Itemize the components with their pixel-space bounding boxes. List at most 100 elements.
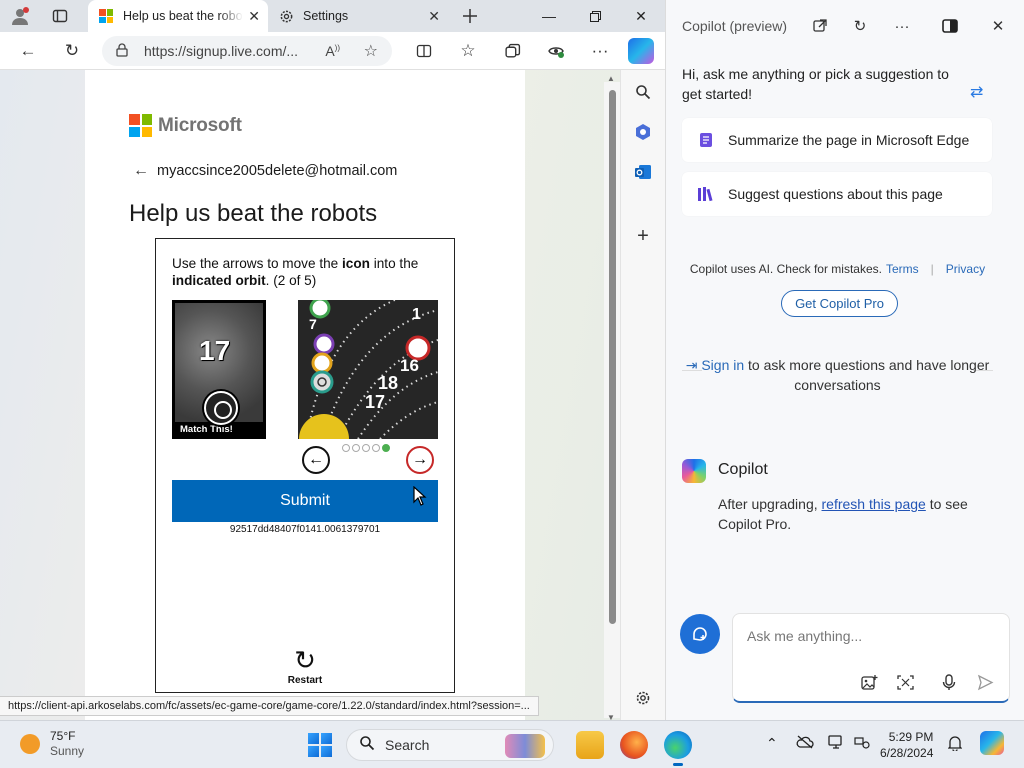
copilot-message: After upgrading, refresh this page to se…	[718, 494, 993, 534]
scrollbar-thumb[interactable]	[609, 90, 616, 624]
lock-icon[interactable]	[116, 42, 130, 60]
edge-icon[interactable]	[664, 731, 692, 766]
restore-icon[interactable]	[572, 0, 618, 32]
notifications-bell-icon[interactable]	[947, 735, 963, 754]
suggestion-questions[interactable]: Suggest questions about this page	[682, 172, 992, 216]
document-icon	[696, 132, 716, 148]
restart-icon[interactable]: ↻	[282, 647, 328, 673]
suggestion-summarize[interactable]: Summarize the page in Microsoft Edge	[682, 118, 992, 162]
address-bar[interactable]: https://signup.live.com/... A)) ☆	[102, 36, 392, 66]
system-clock[interactable]: 5:29 PM 6/28/2024	[880, 729, 933, 761]
instruction-keyword-icon: icon	[342, 256, 370, 271]
chat-input[interactable]	[747, 628, 997, 644]
copilot-taskbar-icon[interactable]	[980, 731, 1004, 755]
rotate-left-button[interactable]: ←	[302, 446, 330, 474]
refresh-chat-icon[interactable]: ↻	[848, 14, 872, 38]
show-hidden-icons-icon[interactable]: ⌃	[766, 735, 778, 752]
open-in-new-tab-icon[interactable]	[808, 14, 832, 38]
gear-icon	[278, 8, 294, 24]
close-window-icon[interactable]: ✕	[618, 0, 664, 32]
games-icon[interactable]	[633, 122, 653, 142]
edge-sidebar: +	[620, 70, 665, 720]
collections-icon[interactable]	[496, 35, 528, 67]
search-icon[interactable]	[633, 82, 653, 102]
new-tab-icon[interactable]	[450, 0, 490, 32]
back-icon[interactable]: ←	[12, 35, 44, 67]
orbit-number: 16	[400, 356, 419, 375]
signin-icon[interactable]: ⇥	[686, 357, 698, 373]
refresh-page-link[interactable]: refresh this page	[822, 496, 926, 512]
progress-dot	[382, 444, 390, 452]
url-text[interactable]: https://signup.live.com/...	[144, 43, 298, 59]
outlook-icon[interactable]	[633, 162, 653, 182]
submit-button[interactable]: Submit	[172, 480, 438, 522]
microphone-icon[interactable]	[939, 672, 959, 692]
books-icon	[696, 186, 716, 202]
close-tab-icon[interactable]: ✕	[428, 8, 440, 25]
sun-icon	[20, 734, 40, 754]
display-icon[interactable]	[828, 735, 844, 752]
instruction-text: Use the arrows to move the	[172, 256, 342, 271]
taskbar-search[interactable]: Search	[346, 729, 554, 761]
more-options-icon[interactable]: ···	[584, 35, 616, 67]
refresh-icon[interactable]: ↻	[56, 35, 88, 67]
add-image-icon[interactable]	[859, 672, 879, 692]
onedrive-offline-icon[interactable]	[796, 735, 814, 752]
signup-card: Microsoft ← myaccsince2005delete@hotmail…	[85, 70, 525, 720]
tab-settings[interactable]: Settings ✕	[268, 0, 448, 32]
refresh-suggestions-icon[interactable]: ⇄	[970, 82, 983, 102]
browser-essentials-icon[interactable]	[540, 35, 572, 67]
dock-panel-icon[interactable]	[938, 14, 962, 38]
account-identity[interactable]: ← myaccsince2005delete@hotmail.com	[133, 162, 397, 180]
progress-dots	[342, 444, 390, 452]
firefox-icon[interactable]	[620, 731, 648, 759]
minimize-icon[interactable]: —	[526, 0, 572, 32]
read-aloud-icon[interactable]: A))	[325, 43, 340, 59]
file-explorer-icon[interactable]	[576, 731, 604, 759]
privacy-link[interactable]: Privacy	[946, 262, 985, 276]
get-copilot-pro-button[interactable]: Get Copilot Pro	[781, 290, 898, 317]
disclaimer-text: Copilot uses AI. Check for mistakes.	[689, 262, 882, 276]
copilot-panel-title: Copilot (preview)	[682, 18, 788, 34]
orbit-image: 1 7 16 18 17	[298, 300, 438, 439]
match-number: 17	[199, 335, 231, 366]
send-icon[interactable]	[975, 672, 995, 692]
microsoft-squares-icon	[129, 114, 152, 137]
captcha-instruction: Use the arrows to move the icon into the…	[172, 255, 442, 289]
tab-title: Settings	[303, 9, 349, 23]
favorites-icon[interactable]: ☆	[452, 35, 484, 67]
sidebar-settings-icon[interactable]	[633, 688, 653, 708]
brand-name: Microsoft	[158, 114, 242, 136]
weather-widget[interactable]: 75°F Sunny	[20, 729, 84, 759]
orbit-number: 17	[365, 392, 386, 412]
signin-link[interactable]: Sign in	[701, 357, 744, 373]
terms-link[interactable]: Terms	[886, 262, 919, 276]
profile-avatar-icon[interactable]	[0, 0, 40, 32]
add-sidebar-app-icon[interactable]: +	[633, 225, 653, 247]
close-tab-icon[interactable]: ✕	[248, 8, 260, 25]
network-icon[interactable]	[854, 735, 870, 752]
copilot-name: Copilot	[718, 461, 768, 478]
microsoft-logo: Microsoft	[129, 114, 242, 137]
back-arrow-icon[interactable]: ←	[133, 162, 149, 180]
tab-help-us-beat-robots[interactable]: Help us beat the robots ✕	[88, 0, 268, 32]
suggestion-label: Summarize the page in Microsoft Edge	[728, 132, 970, 148]
rotate-right-button[interactable]: →	[406, 446, 434, 474]
search-highlight-icon	[505, 734, 545, 758]
restart-button[interactable]: ↻ Restart	[282, 647, 328, 686]
close-panel-icon[interactable]: ✕	[986, 14, 1010, 38]
page-scrollbar[interactable]: ▲ ▼	[604, 74, 620, 722]
start-button[interactable]	[308, 733, 332, 757]
more-icon[interactable]: ···	[890, 14, 914, 38]
copilot-icon[interactable]	[628, 38, 654, 64]
split-screen-icon[interactable]	[408, 35, 440, 67]
screenshot-icon[interactable]	[895, 672, 915, 692]
copilot-logo-icon	[682, 459, 706, 483]
tab-actions-icon[interactable]	[40, 0, 80, 32]
clock-date: 6/28/2024	[880, 746, 934, 760]
new-topic-button[interactable]	[680, 614, 720, 654]
status-url: https://client-api.arkoselabs.com/fc/ass…	[0, 696, 539, 716]
scroll-up-icon[interactable]: ▲	[607, 74, 615, 83]
separator: |	[930, 262, 934, 276]
favorite-star-icon[interactable]: ☆	[364, 41, 378, 61]
